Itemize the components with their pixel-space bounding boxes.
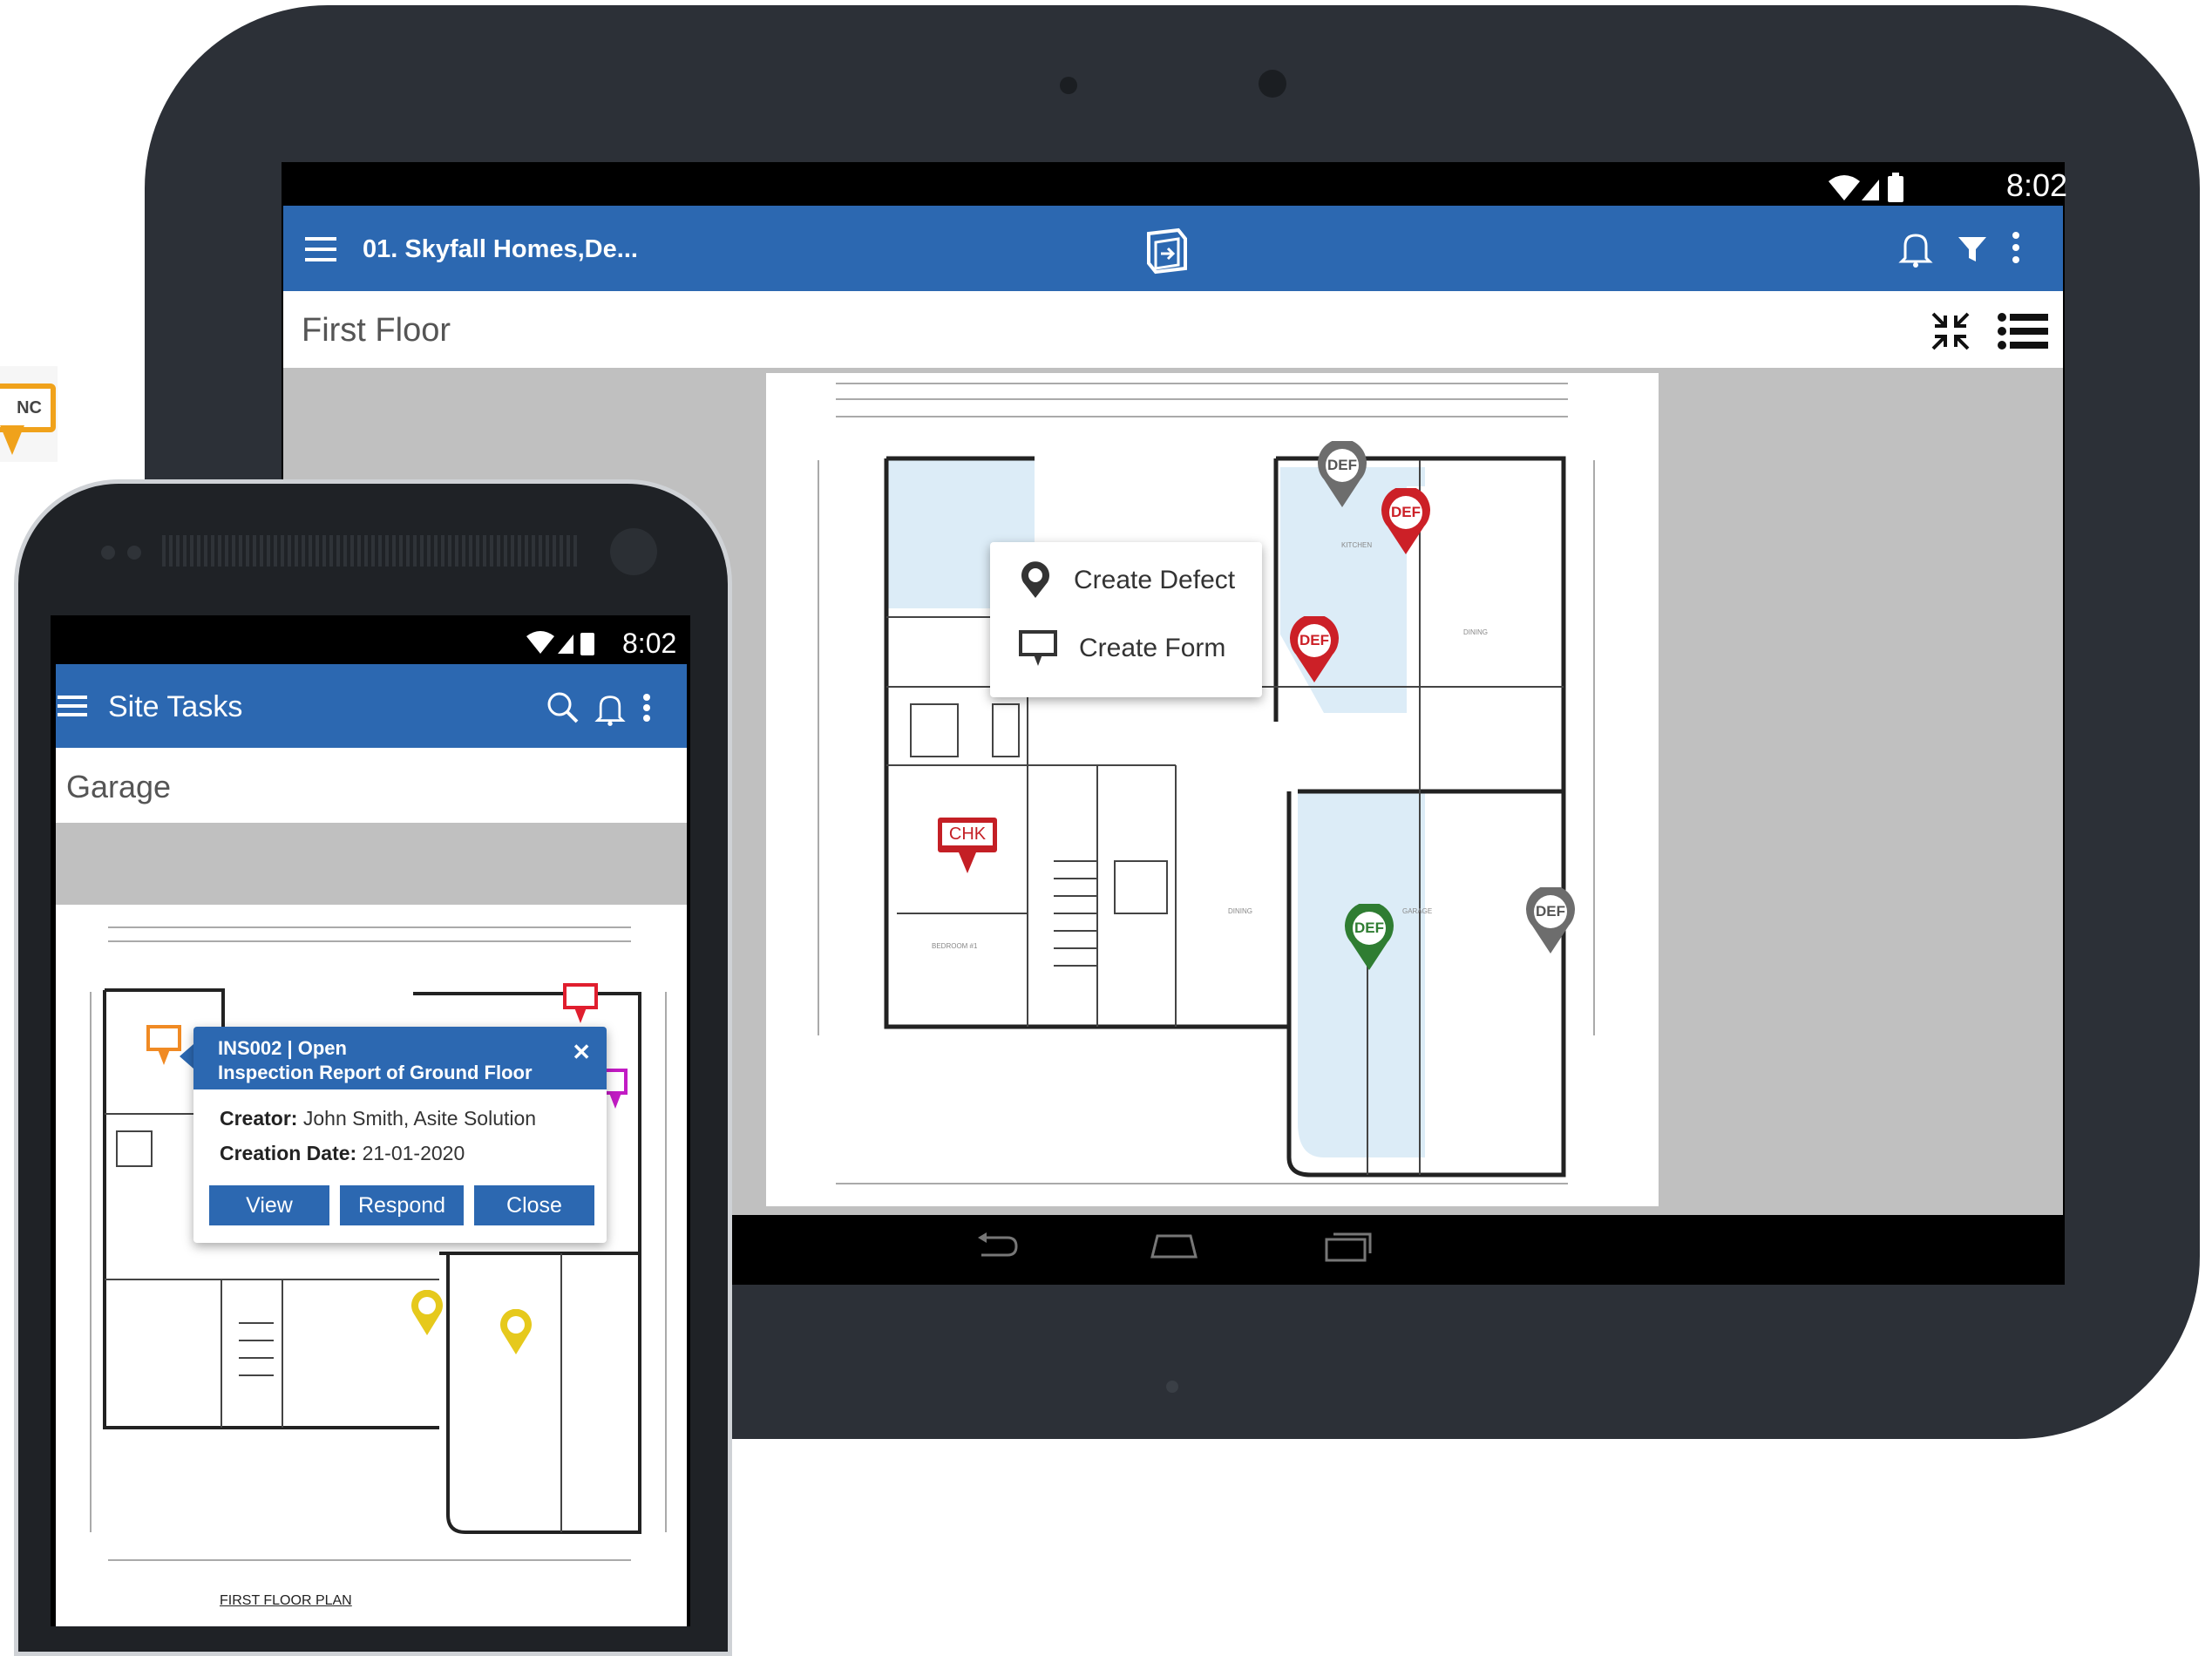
status-icons (1825, 171, 1921, 210)
checklist-pin[interactable]: CHK (938, 818, 997, 880)
back-nav-icon[interactable] (973, 1231, 1020, 1266)
defect-pin-label: DEF (1536, 903, 1565, 920)
close-icon[interactable]: ✕ (572, 1039, 591, 1066)
tablet-sensor (1060, 77, 1077, 94)
phone-camera (610, 528, 657, 575)
inspection-popup: INS002 | Open Inspection Report of Groun… (193, 1027, 607, 1243)
home-nav-icon[interactable] (1149, 1231, 1199, 1266)
defect-pin[interactable]: DEF (1381, 485, 1431, 556)
plan-caption: FIRST FLOOR PLAN (220, 1593, 352, 1608)
checklist-pin-box: CHK (938, 818, 997, 852)
create-form-label: Create Form (1079, 634, 1226, 662)
phone-sensor (127, 546, 141, 560)
status-icons (523, 628, 614, 663)
more-options-icon[interactable] (641, 692, 652, 728)
svg-text:BEDROOM #1: BEDROOM #1 (932, 942, 978, 950)
svg-text:DINING: DINING (1463, 628, 1488, 636)
floor-title: First Floor (302, 312, 451, 349)
context-menu: Create Defect Create Form (990, 542, 1262, 697)
notification-bell-icon[interactable] (594, 692, 626, 731)
more-options-icon[interactable] (2011, 230, 2021, 269)
popup-date-row: Creation Date: 21-01-2020 (220, 1142, 465, 1165)
popup-creator-row: Creator: John Smith, Asite Solution (220, 1107, 536, 1130)
floor-plan-drawing[interactable]: BEDROOM #1 DINING GARAGE DINING KITCHEN (766, 373, 1659, 1206)
defect-pin-label: DEF (1299, 632, 1329, 648)
defect-pin-label: DEF (1327, 457, 1357, 473)
date-value: 21-01-2020 (356, 1142, 465, 1164)
svg-text:GARAGE: GARAGE (1402, 907, 1432, 915)
filter-icon[interactable] (1957, 234, 1988, 269)
app-logo-icon (1140, 227, 1192, 280)
respond-button[interactable]: Respond (340, 1185, 464, 1225)
location-title: Garage (66, 769, 172, 804)
popup-header: INS002 | Open Inspection Report of Groun… (193, 1027, 607, 1089)
defect-pin[interactable]: DEF (1317, 438, 1367, 509)
creator-value: John Smith, Asite Solution (297, 1107, 537, 1130)
date-label: Creation Date: (220, 1142, 357, 1164)
search-icon[interactable] (546, 690, 580, 730)
tablet-home-dot (1166, 1381, 1178, 1393)
phone-speaker (162, 535, 579, 567)
checklist-pin-label: CHK (942, 823, 993, 845)
menu-icon[interactable] (305, 235, 336, 268)
defect-pin[interactable]: DEF (1289, 614, 1340, 684)
recent-apps-icon[interactable] (1325, 1231, 1374, 1266)
phone-sensor (101, 546, 115, 560)
view-button[interactable]: View (209, 1185, 329, 1225)
create-defect-item[interactable]: Create Defect (1018, 561, 1235, 600)
notification-bell-icon[interactable] (1898, 230, 1933, 273)
svg-text:DINING: DINING (1228, 907, 1252, 915)
defect-pin-label: DEF (1391, 504, 1421, 520)
phone-app-title: Site Tasks (108, 690, 243, 723)
project-title[interactable]: 01. Skyfall Homes,De... (363, 235, 638, 264)
defect-pin[interactable]: DEF (1344, 901, 1394, 972)
popup-id-status: INS002 | Open (218, 1037, 347, 1059)
checklist-pin-tail (959, 852, 976, 873)
map-pin[interactable] (499, 1308, 533, 1361)
svg-text:KITCHEN: KITCHEN (1341, 541, 1372, 549)
defect-pin-label: DEF (1354, 920, 1384, 936)
phone-gray-band (56, 823, 687, 905)
form-pin[interactable] (146, 1025, 181, 1073)
map-pin[interactable] (410, 1289, 444, 1341)
phone-status-time: 8:02 (622, 628, 677, 659)
tablet-camera (1259, 70, 1286, 98)
create-form-item[interactable]: Create Form (1018, 629, 1225, 668)
form-pin[interactable] (563, 983, 598, 1031)
nc-pin-tail (0, 425, 24, 455)
form-pin-icon (1019, 630, 1057, 666)
close-button[interactable]: Close (474, 1185, 594, 1225)
create-defect-label: Create Defect (1074, 566, 1236, 594)
popup-pointer (180, 1044, 193, 1069)
defect-pin[interactable]: DEF (1525, 885, 1576, 955)
nc-pin-label: NC (17, 398, 42, 417)
popup-title: Inspection Report of Ground Floor (218, 1062, 533, 1083)
list-view-icon[interactable] (1998, 312, 2048, 355)
menu-icon[interactable] (58, 694, 87, 723)
collapse-icon[interactable] (1928, 309, 1973, 358)
location-pin-icon (1021, 561, 1049, 598)
tablet-status-time: 8:02 (2005, 167, 2067, 203)
tablet-sub-header (283, 291, 2063, 368)
creator-label: Creator: (220, 1107, 298, 1130)
